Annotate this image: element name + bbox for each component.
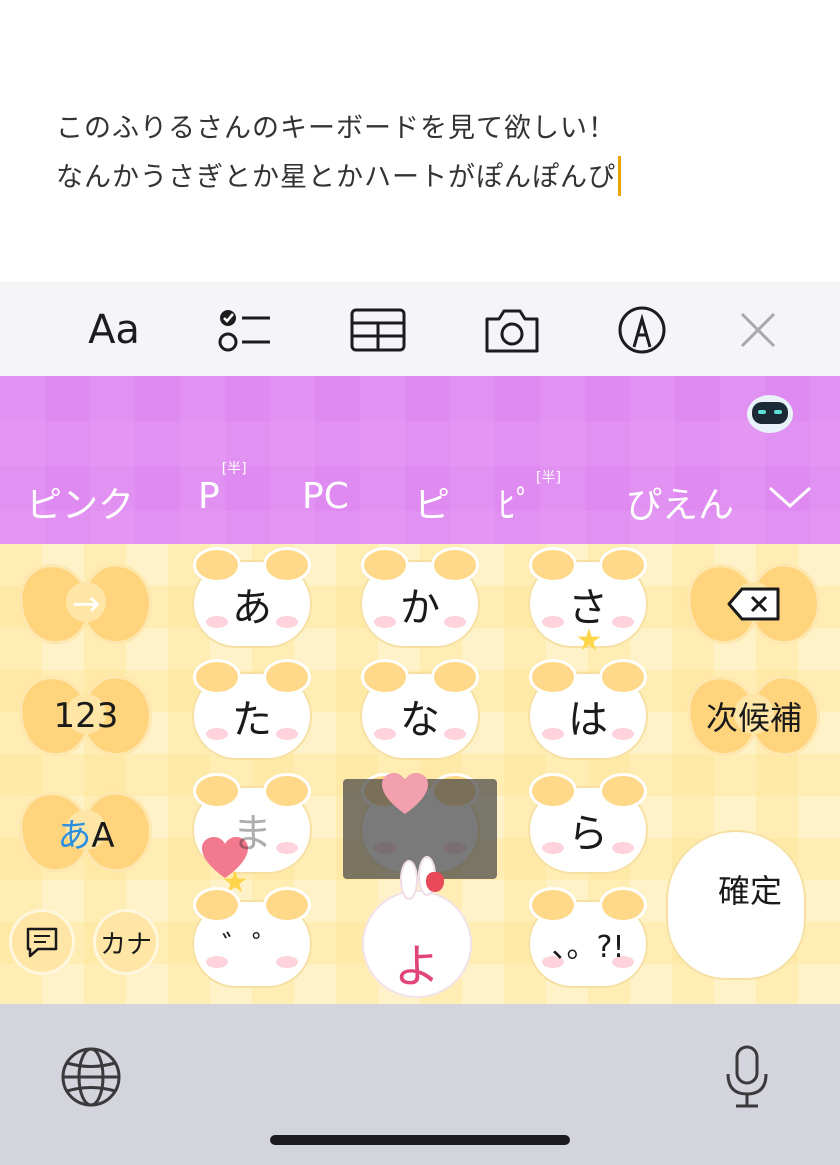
chat-bubble-icon xyxy=(26,927,58,958)
close-toolbar-button[interactable] xyxy=(728,304,788,356)
key-na[interactable]: な xyxy=(360,662,480,760)
key-a[interactable]: あ xyxy=(192,550,312,648)
key-label: あ xyxy=(232,585,272,631)
keyboard-mascot-icon[interactable] xyxy=(745,392,795,434)
punctuation-key[interactable]: 、。?! xyxy=(528,890,648,988)
backspace-icon xyxy=(727,587,780,621)
key-label: さ xyxy=(568,585,608,631)
markup-button[interactable] xyxy=(612,304,672,356)
camera-icon xyxy=(485,309,539,353)
key-ha[interactable]: は xyxy=(528,662,648,760)
candidate-label: ﾋﾟ xyxy=(498,485,534,526)
key-label: よ xyxy=(394,939,440,993)
table-icon xyxy=(350,308,406,352)
key-label: ま xyxy=(232,811,272,857)
key-label: は xyxy=(568,697,608,743)
checklist-icon xyxy=(218,310,270,352)
text-format-label: Aa xyxy=(88,307,140,353)
candidate-label: ピ xyxy=(414,485,451,526)
candidate-label: ぴえん xyxy=(626,485,735,526)
candidate-item[interactable]: ピ xyxy=(414,476,450,528)
heart-sticker-icon xyxy=(382,773,428,814)
candidate-item[interactable]: PC xyxy=(302,476,349,517)
key-label: な xyxy=(400,697,440,743)
cursor-right-key[interactable]: → xyxy=(14,558,158,650)
key-label: か xyxy=(400,585,440,631)
next-candidate-key[interactable]: 次候補 xyxy=(682,670,826,762)
markup-pen-icon xyxy=(618,306,666,354)
camera-button[interactable] xyxy=(482,304,542,356)
note-text-line-1: このふりるさんのキーボードを見て欲しい！ xyxy=(56,113,616,144)
key-label: ゛゜ xyxy=(222,930,282,965)
text-format-button[interactable]: Aa xyxy=(84,304,144,356)
key-label: 123 xyxy=(53,696,119,736)
candidate-item[interactable]: ﾋﾟ[半] xyxy=(498,470,561,528)
mode-hiragana-label: あ xyxy=(57,815,92,856)
key-label: カナ xyxy=(99,929,152,960)
input-mode-key[interactable]: あA xyxy=(14,786,158,878)
key-ta[interactable]: た xyxy=(192,662,312,760)
confirm-key[interactable]: 確定 xyxy=(656,820,806,990)
key-ra[interactable]: ら xyxy=(528,776,648,874)
candidate-label: PC xyxy=(302,476,349,517)
candidate-item[interactable]: ピンク xyxy=(26,476,134,528)
mode-alpha-label: A xyxy=(91,815,115,856)
key-ka[interactable]: か xyxy=(360,550,480,648)
close-icon xyxy=(740,312,776,348)
kana-key[interactable]: カナ xyxy=(96,912,156,972)
numbers-key[interactable]: 123 xyxy=(14,670,158,762)
key-label: ら xyxy=(568,811,608,857)
chevron-down-icon[interactable] xyxy=(768,484,812,510)
note-text-line-2-content: なんかうさぎとか星とかハートがぽんぽんぴ xyxy=(56,162,616,193)
dakuten-key[interactable]: ゛゜ xyxy=(192,890,312,988)
note-editor[interactable]: このふりるさんのキーボードを見て欲しい！ なんかうさぎとか星とかハートがぽんぽん… xyxy=(0,0,840,282)
key-label: 、。?! xyxy=(551,930,625,965)
format-toolbar: Aa xyxy=(0,282,840,376)
strawberry-sticker-icon xyxy=(426,872,444,892)
key-label: あA xyxy=(57,808,114,857)
candidate-item[interactable]: P[半] xyxy=(198,461,247,517)
microphone-icon[interactable] xyxy=(722,1044,772,1110)
candidate-tag: [半] xyxy=(221,461,247,477)
key-label: 確定 xyxy=(718,872,783,910)
emoji-key[interactable] xyxy=(12,912,72,972)
table-button[interactable] xyxy=(348,304,408,356)
home-indicator[interactable] xyxy=(270,1135,570,1145)
key-label: 次候補 xyxy=(705,699,802,737)
candidate-label: ピンク xyxy=(26,485,135,526)
key-label: た xyxy=(232,697,272,743)
candidate-tag: [半] xyxy=(536,470,561,486)
note-text-line-2: なんかうさぎとか星とかハートがぽんぽんぴ xyxy=(56,155,621,196)
key-wa-popup[interactable]: よ xyxy=(362,856,472,998)
candidate-label: P xyxy=(198,476,220,517)
candidate-item[interactable]: ぴえん xyxy=(626,476,734,528)
checklist-button[interactable] xyxy=(214,304,274,356)
globe-icon[interactable] xyxy=(60,1046,122,1108)
text-caret xyxy=(618,156,621,196)
key-label: → xyxy=(71,584,101,624)
backspace-key[interactable] xyxy=(682,558,826,650)
